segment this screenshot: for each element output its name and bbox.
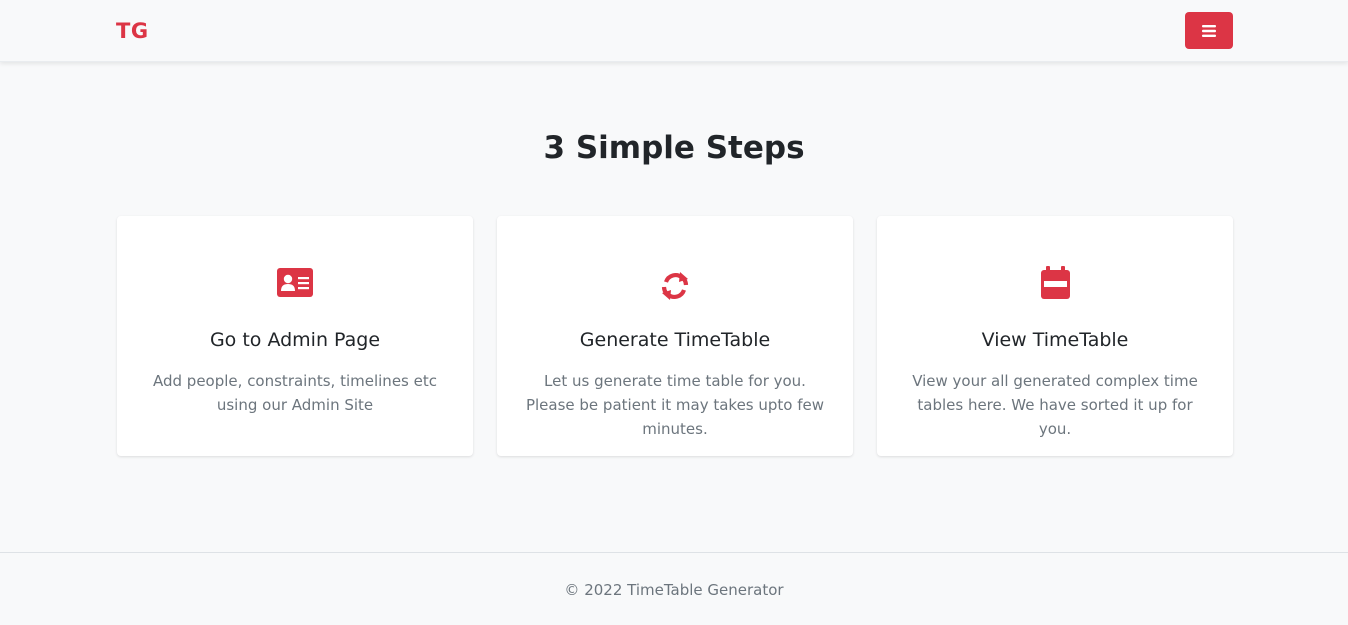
card-title: Go to Admin Page [209, 329, 381, 351]
menu-toggle-button[interactable] [1185, 12, 1233, 49]
step-card-view[interactable]: View TimeTable View your all generated c… [877, 216, 1233, 456]
calendar-icon [1040, 265, 1070, 299]
footer: © 2022 TimeTable Generator [0, 552, 1348, 625]
card-title: View TimeTable [981, 329, 1129, 351]
card-text: Let us generate time table for you. Plea… [525, 372, 825, 438]
navbar: TG [0, 0, 1348, 62]
id-card-icon [277, 267, 313, 297]
page-title: 3 Simple Steps [543, 130, 805, 166]
brand-logo[interactable]: TG [116, 19, 149, 43]
card-text: View your all generated complex time tab… [912, 372, 1198, 438]
copyright-text: © 2022 TimeTable Generator [564, 581, 784, 599]
step-card-admin[interactable]: Go to Admin Page Add people, constraints… [117, 216, 473, 456]
hamburger-menu-icon [1202, 24, 1216, 37]
sync-arrows-icon [661, 272, 689, 300]
card-text: Add people, constraints, timelines etc u… [153, 372, 437, 414]
card-title: Generate TimeTable [579, 329, 771, 351]
step-card-generate[interactable]: Generate TimeTable Let us generate time … [497, 216, 853, 456]
